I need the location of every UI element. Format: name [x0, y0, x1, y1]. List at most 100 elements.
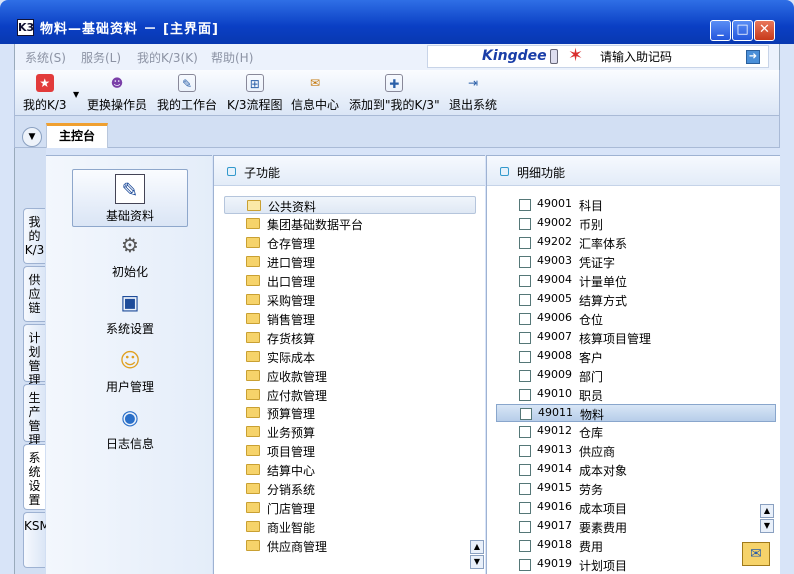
menu-system[interactable]: 系统(S) [25, 49, 66, 66]
detail-name: 汇率体系 [579, 236, 628, 251]
side-tab-bar: 我的K/3 供应链 计划管理 生产管理 系统设置 KSM [14, 148, 50, 574]
sub-function-label: 业务预算 [267, 426, 316, 441]
toolbar: ★ 我的K/3 ▼ ☻ 更换操作员 ✎ 我的工作台 ⊞ K/3流程图 ✉ 信息中… [14, 70, 780, 116]
folder-icon [246, 255, 260, 267]
dropdown-arrow-icon[interactable]: ▼ [73, 90, 79, 99]
document-icon [519, 502, 531, 515]
exit-system-button[interactable]: ⇥ 退出系统 [449, 74, 497, 113]
detail-name: 劳务 [579, 483, 604, 498]
menu-service[interactable]: 服务(L) [81, 49, 121, 66]
my-workbench-button[interactable]: ✎ 我的工作台 [157, 74, 217, 113]
category-log-info[interactable]: ◉ 日志信息 [72, 398, 188, 456]
chevron-down-icon[interactable]: ▼ [22, 127, 42, 147]
folder-icon [246, 293, 260, 305]
message-icon: ✉ [309, 76, 321, 90]
scroll-up-icon[interactable]: ▲ [470, 540, 484, 554]
scroll-down-icon[interactable]: ▼ [470, 555, 484, 569]
toolbar-my-k3-button[interactable]: ★ 我的K/3 [23, 74, 67, 113]
side-tab-my-k3[interactable]: 我的K/3 [23, 208, 45, 264]
detail-name: 结算方式 [579, 293, 628, 308]
sub-function-label: 出口管理 [267, 274, 316, 289]
switch-operator-button[interactable]: ☻ 更换操作员 [87, 74, 147, 113]
detail-name: 成本项目 [579, 502, 628, 517]
info-center-button[interactable]: ✉ 信息中心 [291, 74, 339, 113]
bullet-icon [500, 167, 509, 176]
category-initialization[interactable]: ⚙ 初始化 [72, 226, 188, 284]
detail-code: 49018 [537, 538, 572, 552]
k3-flowchart-button[interactable]: ⊞ K/3流程图 [227, 74, 283, 113]
memo-code-input[interactable] [600, 48, 740, 66]
sub-function-label: 公共资料 [268, 200, 317, 214]
detail-code: 49003 [537, 253, 572, 267]
document-icon [519, 255, 531, 268]
menu-bar: 系统(S) 服务(L) 我的K/3(K) 帮助(H) Kingdee ✶ ➜ [14, 44, 780, 70]
scroll-down-icon[interactable]: ▼ [760, 519, 774, 533]
menu-my-k3[interactable]: 我的K/3(K) [137, 49, 198, 66]
folder-icon [246, 464, 260, 476]
colorful-star-icon: ✶ [568, 45, 584, 66]
maximize-button[interactable]: □ [732, 20, 753, 41]
go-arrow-icon[interactable]: ➜ [746, 50, 760, 64]
quick-search-bar: Kingdee ✶ ➜ [427, 45, 769, 68]
sub-function-label: 仓存管理 [267, 236, 316, 251]
folder-icon [246, 483, 260, 495]
folder-icon [246, 236, 260, 248]
window-title: 物料—基础资料 － [主界面] [40, 22, 219, 37]
sub-function-item[interactable]: 公共资料 [224, 196, 476, 214]
phone-icon [550, 49, 558, 64]
folder-icon [246, 331, 260, 343]
detail-code: 49008 [537, 348, 572, 362]
tab-main-console[interactable]: 主控台 [46, 123, 108, 148]
add-to-my-k3-button[interactable]: ✚ 添加到"我的K/3" [349, 74, 440, 113]
side-tab-production[interactable]: 生产管理 [23, 384, 45, 447]
folder-icon [246, 369, 260, 381]
side-tab-ksm[interactable]: KSM [23, 512, 50, 568]
folder-icon [246, 502, 260, 514]
menu-help[interactable]: 帮助(H) [211, 49, 253, 66]
folder-icon [246, 426, 260, 438]
side-tab-supply-chain[interactable]: 供应链 [23, 266, 45, 322]
document-icon [519, 236, 531, 249]
document-icon [520, 408, 532, 421]
document-icon [519, 331, 531, 344]
close-button[interactable]: ✕ [754, 20, 775, 41]
detail-code: 49014 [537, 462, 572, 476]
sub-function-label: 商业智能 [267, 521, 316, 536]
folder-icon [246, 217, 260, 229]
document-icon [519, 369, 531, 382]
category-user-management[interactable]: ☺ 用户管理 [72, 341, 188, 399]
detail-name: 物料 [580, 408, 605, 423]
document-icon [519, 464, 531, 477]
basic-data-icon: ✎ [115, 174, 145, 204]
bullet-icon [227, 167, 236, 176]
sub-function-label: 项目管理 [267, 445, 316, 460]
detail-function-item[interactable]: 49011 物料 [496, 404, 776, 423]
sub-function-label: 结算中心 [267, 464, 316, 479]
category-basic-data[interactable]: ✎ 基础资料 [72, 169, 188, 227]
star-icon: ★ [35, 74, 54, 92]
folder-icon [247, 200, 261, 211]
detail-code: 49019 [537, 557, 572, 571]
sub-function-panel: 子功能 公共资料 集团基础数据平台 仓存管理 进口管理 出口管理 采购管理 销售管理 存货核算… [213, 155, 485, 574]
detail-name: 核算项目管理 [579, 331, 652, 346]
document-icon [519, 274, 531, 287]
sub-function-label: 集团基础数据平台 [267, 217, 364, 232]
side-tab-planning[interactable]: 计划管理 [23, 324, 45, 387]
detail-name: 计划项目 [579, 559, 628, 574]
folder-icon [246, 407, 260, 419]
scroll-up-icon[interactable]: ▲ [760, 504, 774, 518]
mail-icon[interactable]: ✉ [742, 542, 770, 566]
detail-name: 客户 [579, 350, 604, 365]
category-column: ✎ 基础资料 ⚙ 初始化 ▣ 系统设置 ☺ 用户管理 ◉ 日志信息 [46, 155, 212, 574]
detail-name: 凭证字 [579, 255, 616, 270]
minimize-button[interactable]: _ [710, 20, 731, 41]
document-icon [519, 350, 531, 363]
category-system-settings[interactable]: ▣ 系统设置 [72, 283, 188, 341]
monitor-settings-icon: ▣ [120, 290, 140, 314]
app-logo-icon: K3 [17, 19, 35, 36]
side-tab-system-settings[interactable]: 系统设置 [23, 444, 45, 510]
detail-code: 49011 [538, 406, 573, 420]
detail-name: 部门 [579, 369, 604, 384]
detail-name: 职员 [579, 388, 604, 403]
detail-code: 49004 [537, 272, 572, 286]
